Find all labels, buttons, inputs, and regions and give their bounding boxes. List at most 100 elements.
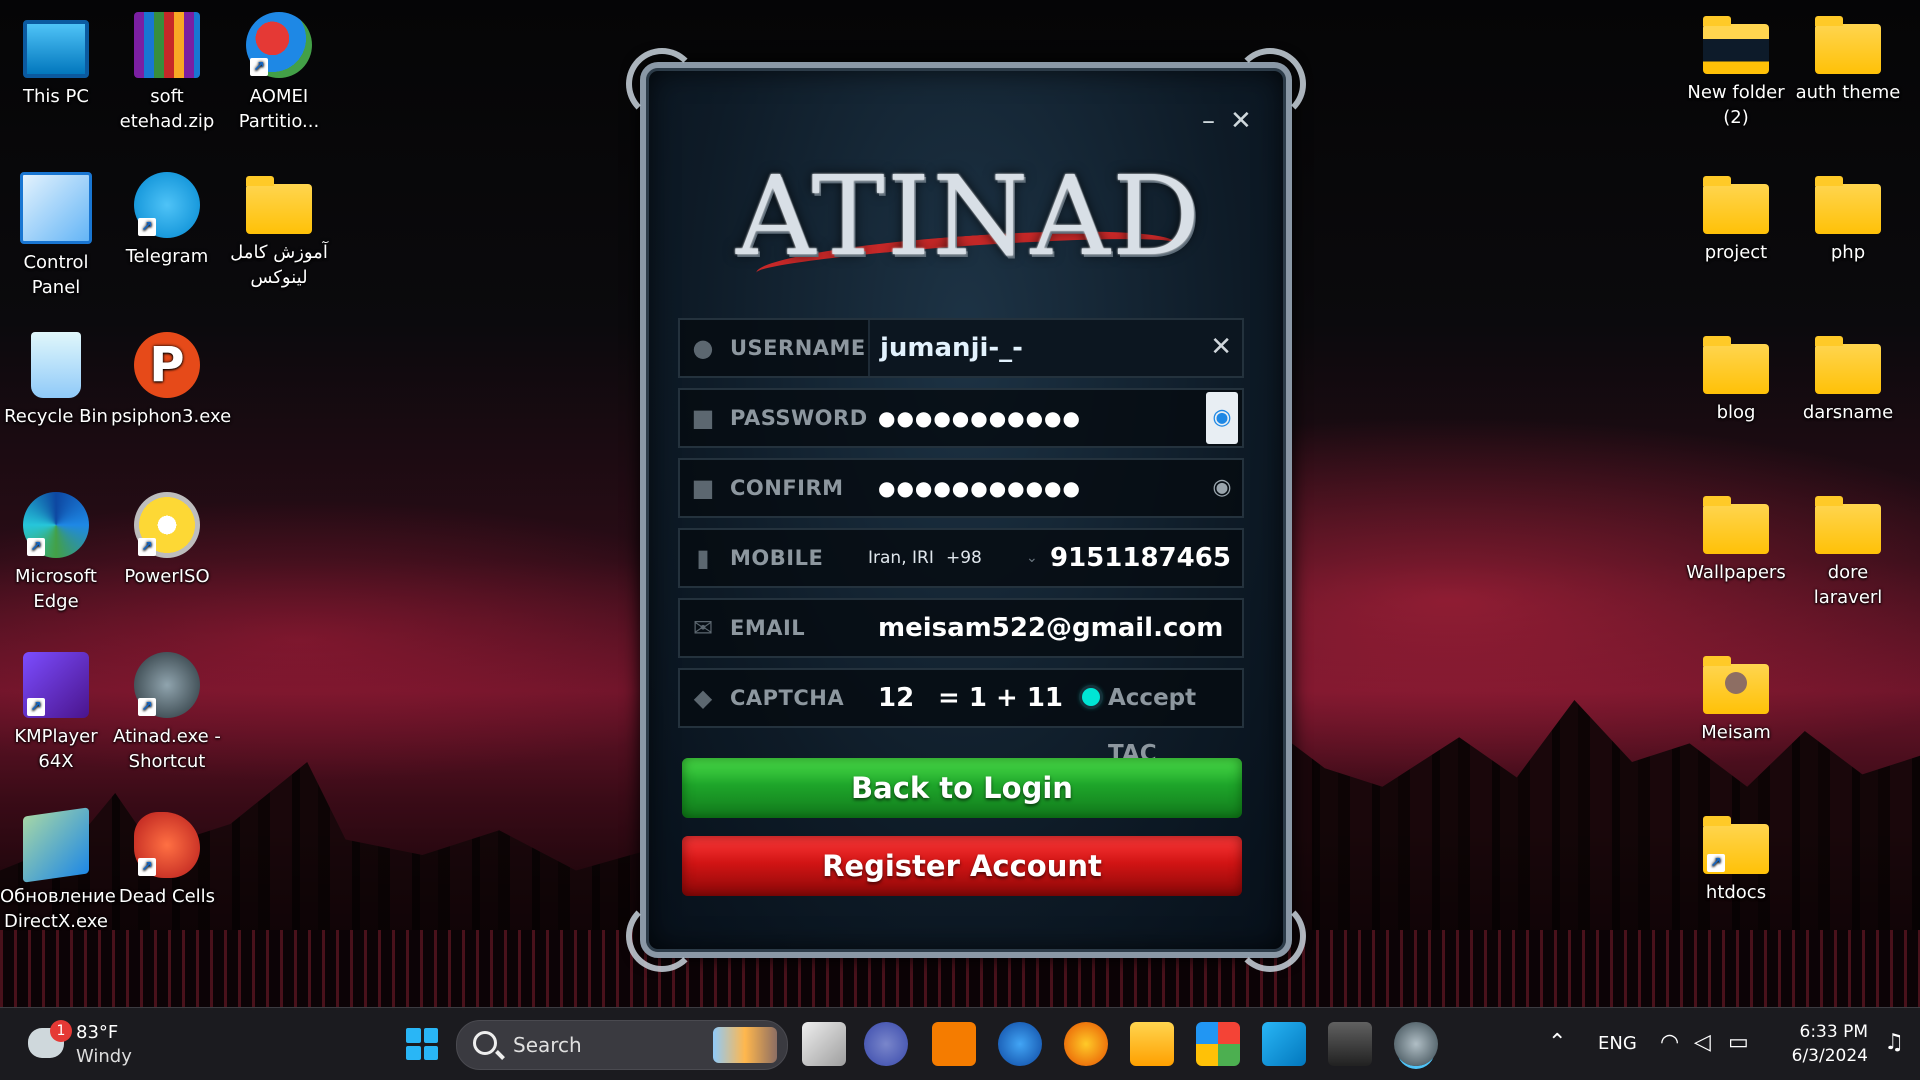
desktop-icon-label: auth theme [1795,82,1901,103]
wifi-icon[interactable]: ◠ [1660,1030,1679,1055]
desktop-icon-label: Telegram [125,246,209,267]
atinad-taskbar-icon[interactable] [1394,1022,1438,1066]
winrar-archive-icon [134,12,200,78]
notification-bell-icon[interactable]: ♫ [1884,1030,1904,1055]
microsoft-store-icon[interactable] [1196,1022,1240,1066]
file-explorer-icon[interactable] [1130,1022,1174,1066]
windows-logo-icon-part [423,1028,438,1043]
folder-icon [1703,336,1769,394]
logo-text: ATINAD [736,152,1203,280]
chevron-down-icon[interactable]: ⌄ [1026,530,1038,586]
desktop-icon-label: htdocs [1705,882,1767,903]
xampp-icon[interactable] [932,1022,976,1066]
email-input[interactable]: meisam522@gmail.com [868,600,1242,656]
ornament-corner [626,48,698,120]
taskbar: 1 83°F Windy Search ⌃ ENG ◠ ◁ ▭ 6:33 PM … [0,1007,1920,1080]
email-value: meisam522@gmail.com [878,613,1224,643]
desktop-icon-edge[interactable]: ↗ Microsoft Edge [0,492,112,614]
desktop-icon-telegram[interactable]: ↗ Telegram [111,172,223,269]
password-value: ●●●●●●●●●●● [878,406,1081,430]
vscode-icon[interactable] [1262,1022,1306,1066]
username-input[interactable]: jumanji-_- ✕ [868,320,1242,376]
shortcut-arrow-icon: ↗ [138,218,156,236]
desktop-icon-psiphon[interactable]: P psiphon3.exe [111,332,231,429]
desktop-icon-recycle-bin[interactable]: Recycle Bin [0,332,112,429]
search-highlight-image [713,1027,777,1063]
shortcut-arrow-icon: ↗ [138,538,156,556]
task-view-icon[interactable] [802,1022,846,1066]
chevron-up-icon[interactable]: ⌃ [1548,1030,1566,1055]
battery-icon[interactable]: ▭ [1728,1030,1749,1055]
folder-icon [1703,176,1769,234]
folder-icon [246,176,312,234]
user-folder-icon [1703,656,1769,714]
confirm-label: CONFIRM [730,476,844,500]
desktop-icon-label: php [1830,242,1866,263]
captcha-question: = 1 + 11 [938,683,1063,713]
desktop-icon-blog[interactable]: blog [1680,332,1792,425]
taskbar-search[interactable]: Search [456,1020,788,1070]
username-row: ● USERNAME jumanji-_- ✕ [678,318,1244,378]
desktop-icon-poweriso[interactable]: ↗ PowerISO [111,492,223,589]
mobile-label: MOBILE [730,546,824,570]
desktop-icon-dore-laraverl[interactable]: dore laraverl [1792,492,1904,610]
start-button[interactable] [400,1022,444,1066]
username-label: USERNAME [730,336,866,360]
desktop-icon-new-folder-2[interactable]: New folder (2) [1680,12,1792,130]
desktop-icon-aomei[interactable]: ↗ AOMEI Partitio... [223,12,335,134]
desktop-icon-atinad[interactable]: ↗ Atinad.exe - Shortcut [111,652,223,774]
thunderbird-icon[interactable] [998,1022,1042,1066]
shield-icon: ◆ [693,684,713,712]
captcha-field: 12 = 1 + 11 Accept TAC [868,670,1242,767]
desktop-icon-darsname[interactable]: darsname [1792,332,1904,425]
register-account-button[interactable]: Register Account [682,836,1242,896]
desktop-icon-wallpapers[interactable]: Wallpapers [1680,492,1792,585]
email-label: EMAIL [730,616,806,640]
language-indicator[interactable]: ENG [1598,1008,1637,1080]
volume-icon[interactable]: ◁ [1694,1030,1711,1055]
weather-widget[interactable]: 1 83°F Windy [28,1020,148,1070]
show-confirm-eye-icon[interactable]: ◉ [1206,462,1238,514]
desktop-icon-label: Atinad.exe - Shortcut [113,726,221,772]
desktop-icon-directx[interactable]: Обновление DirectX.exe [0,807,116,934]
confirm-row: ■ CONFIRM ●●●●●●●●●●● ◉ [678,458,1244,518]
desktop-icon-kmplayer[interactable]: ↗ KMPlayer 64X [0,652,112,774]
desktop-icon-control-panel[interactable]: Control Panel [0,172,112,300]
folder-icon [1815,496,1881,554]
clear-username-button[interactable]: ✕ [1210,332,1232,362]
desktop-icon-meisam[interactable]: Meisam [1680,652,1792,745]
desktop-icon-php[interactable]: php [1792,172,1904,265]
confirm-password-input[interactable]: ●●●●●●●●●●● ◉ [868,460,1242,516]
accept-tac-radio[interactable] [1082,688,1100,706]
teams-chat-icon[interactable] [864,1022,908,1066]
password-input[interactable]: ●●●●●●●●●●● ◉ [868,390,1242,446]
desktop-icon-soft-etehad[interactable]: soft etehad.zip [111,12,223,134]
desktop-icon-label: New folder (2) [1687,82,1785,128]
captcha-answer-input[interactable]: 12 [878,670,914,726]
desktop-icon-htdocs[interactable]: ↗ htdocs [1680,812,1792,905]
close-button[interactable]: ✕ [1230,106,1252,136]
desktop-icon-auth-theme[interactable]: auth theme [1792,12,1904,105]
directx-icon [23,807,89,883]
desktop-icon-project[interactable]: project [1680,172,1792,265]
desktop-icon-linux-folder[interactable]: آموزش کامل لینوکس [223,172,335,290]
desktop-icon-label: KMPlayer 64X [14,726,98,772]
shortcut-arrow-icon: ↗ [138,858,156,876]
back-to-login-button[interactable]: Back to Login [682,758,1242,818]
show-password-eye-icon[interactable]: ◉ [1206,392,1238,444]
telegram-icon: ↗ [134,172,200,238]
minimize-button[interactable]: – [1202,106,1215,136]
clock[interactable]: 6:33 PM 6/3/2024 [1792,1020,1868,1068]
desktop-icon-label: dore laraverl [1813,562,1883,608]
desktop-icon-this-pc[interactable]: This PC [0,12,112,109]
desktop-icon-label: PowerISO [124,566,210,587]
firefox-icon[interactable] [1064,1022,1108,1066]
shortcut-arrow-icon: ↗ [1707,854,1725,872]
mobile-number-input[interactable]: 9151187465 [1050,530,1231,586]
shortcut-arrow-icon: ↗ [27,538,45,556]
game-app-icon[interactable] [1328,1022,1372,1066]
desktop-icon-dead-cells[interactable]: ↗ Dead Cells [111,812,223,909]
country-select[interactable]: Iran, IRI [868,530,934,586]
desktop-icon-label: Recycle Bin [4,406,108,427]
clock-time: 6:33 PM [1799,1022,1869,1042]
